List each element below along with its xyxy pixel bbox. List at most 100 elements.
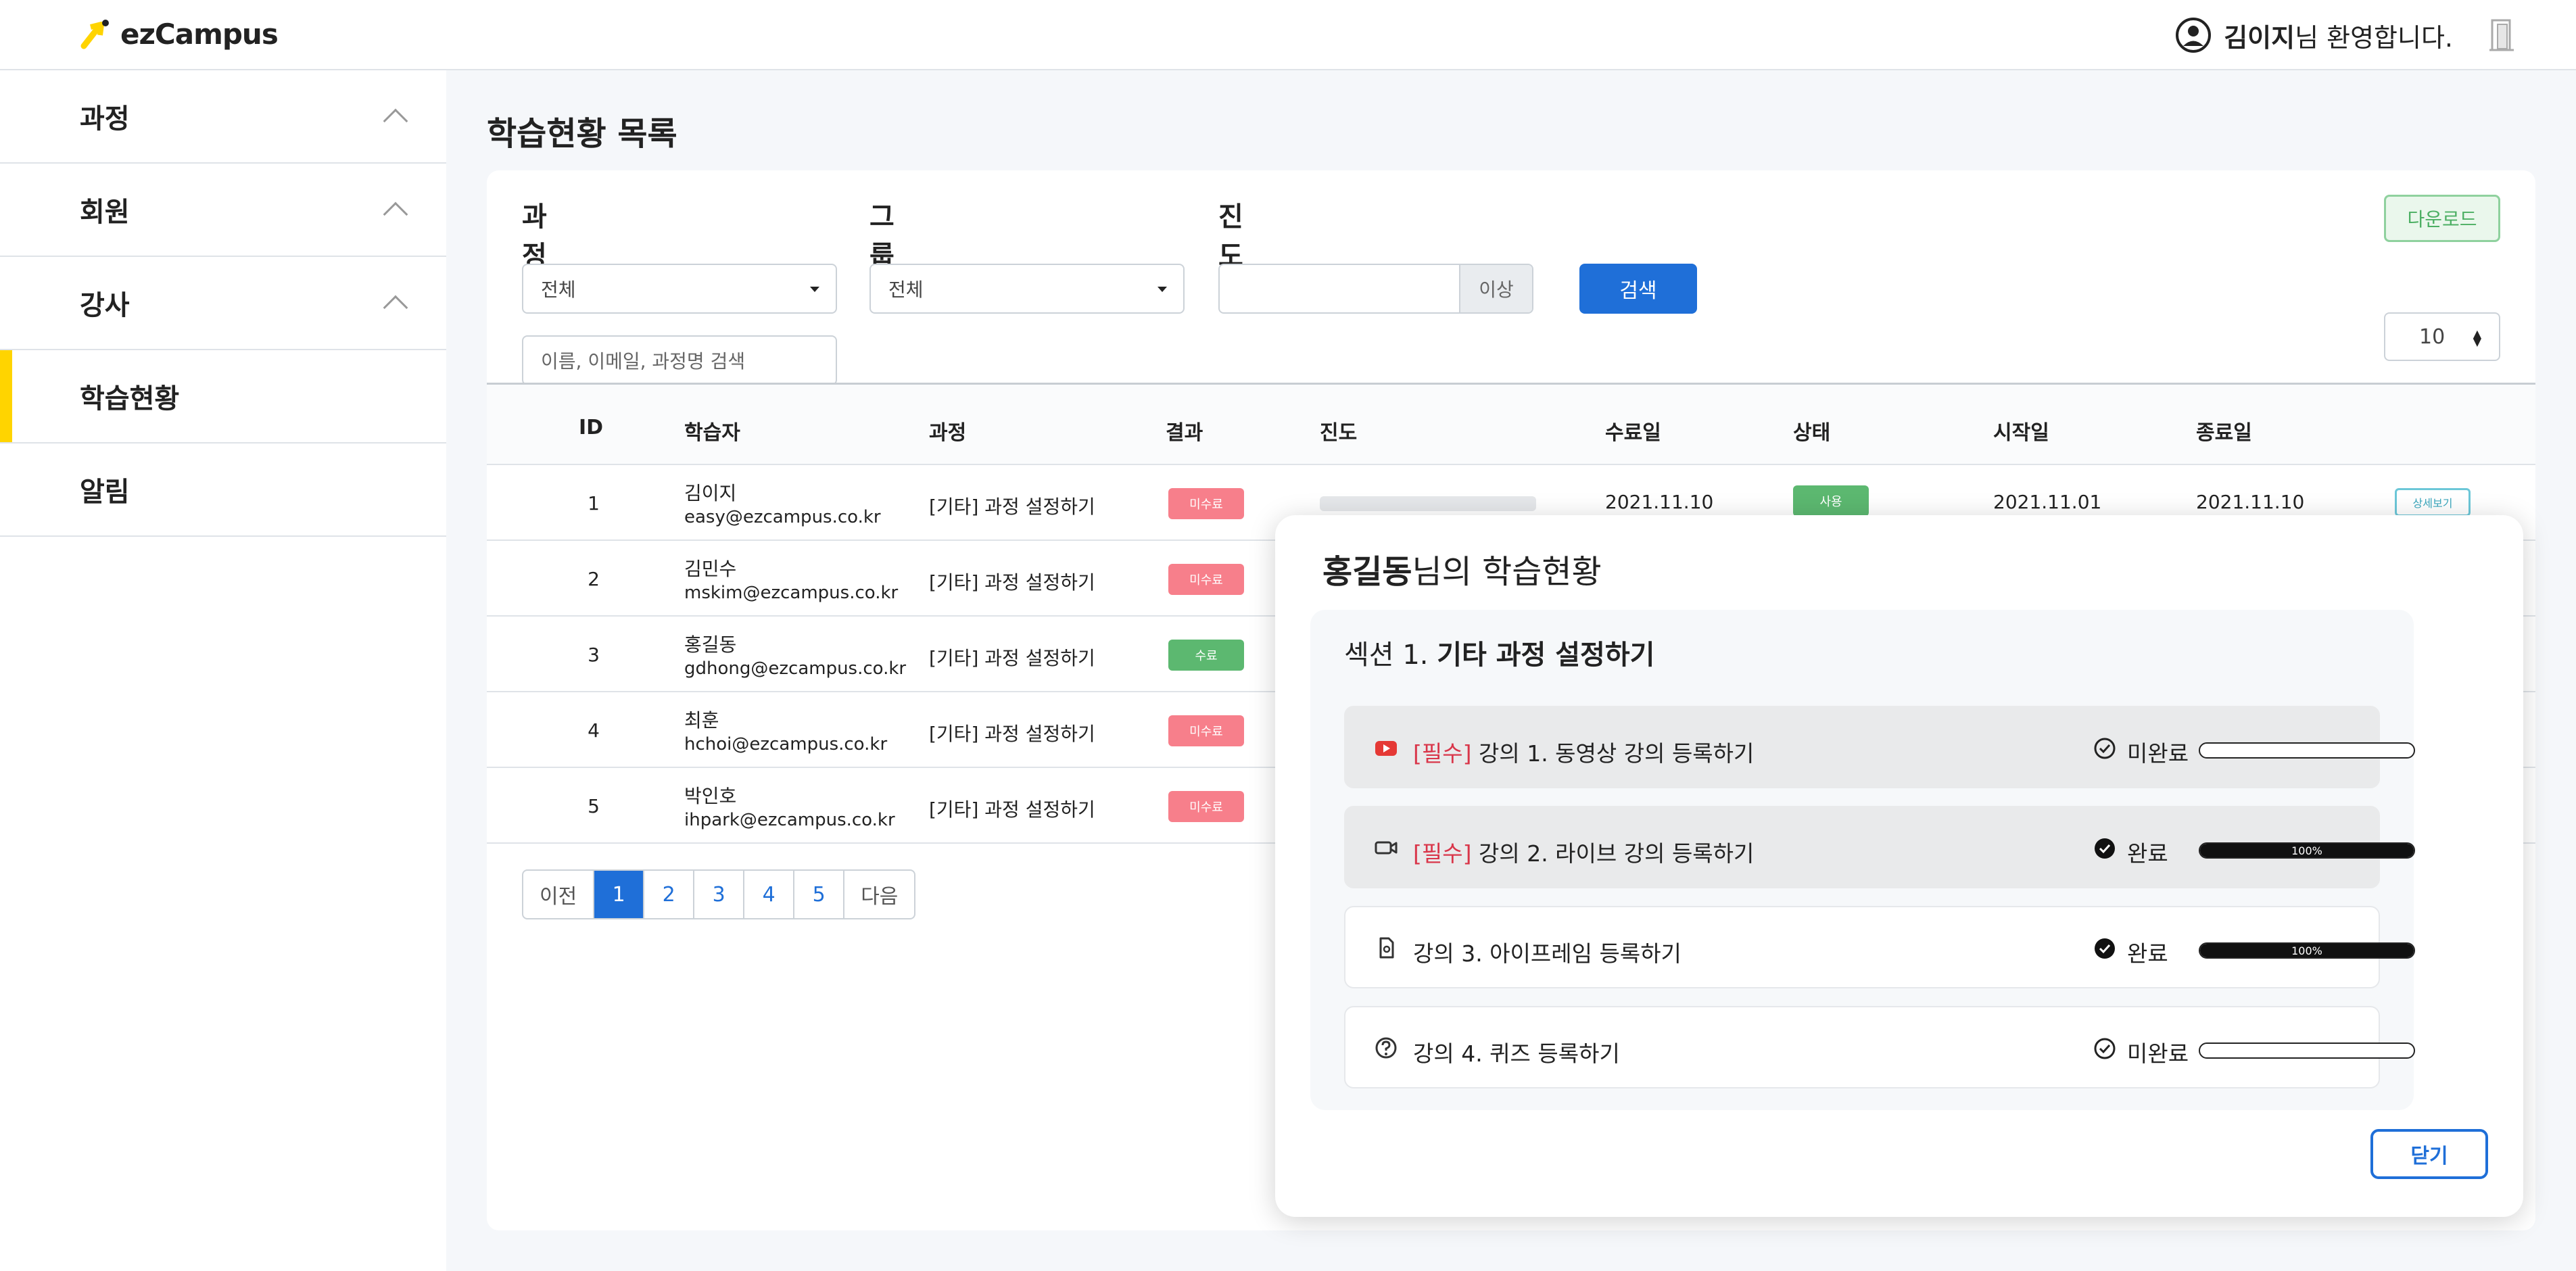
sidebar-item-course[interactable]: 과정: [0, 70, 446, 164]
modal-title: 홍길동님의 학습현황: [1322, 545, 1602, 592]
cell-learner-name: 최훈: [684, 709, 719, 732]
question-circle-icon: [1375, 1037, 1397, 1059]
sidebar-item-label: 회원: [80, 197, 130, 228]
lecture-item[interactable]: 강의 3. 아이프레임 등록하기 완료 100%: [1344, 906, 2415, 988]
lecture-status: 완료: [2127, 940, 2168, 967]
th-progress: 진도: [1320, 421, 1358, 445]
chevron-up-icon[interactable]: [383, 201, 408, 227]
pagination-prev[interactable]: 이전: [523, 871, 595, 918]
cell-learner-email: gdhong@ezcampus.co.kr: [684, 658, 907, 679]
th-completed-date: 수료일: [1605, 421, 1661, 445]
th-status: 상태: [1793, 421, 1831, 445]
lecture-item[interactable]: [필수] 강의 1. 동영상 강의 등록하기 미완료: [1344, 706, 2415, 788]
video-camera-icon: [1375, 841, 1398, 855]
search-button[interactable]: 검색: [1579, 264, 1697, 314]
cell-learner-name: 박인호: [684, 785, 737, 807]
lecture-status: 미완료: [2127, 1040, 2189, 1067]
lecture-item[interactable]: 강의 4. 퀴즈 등록하기 미완료: [1344, 1006, 2415, 1088]
lecture-progress-bar: 100%: [2199, 842, 2415, 859]
progress-rate-input[interactable]: 이상: [1218, 264, 1533, 314]
logo-text: ezCampus: [120, 18, 279, 51]
logo[interactable]: ezCampus: [80, 18, 279, 51]
lecture-title-text: 강의 1. 동영상 강의 등록하기: [1478, 740, 1755, 767]
welcome-suffix: 님 환영합니다.: [2295, 22, 2453, 53]
result-badge: 미수료: [1168, 791, 1244, 822]
chevron-up-icon[interactable]: [383, 108, 408, 134]
cell-completed-date: 2021.11.10: [1605, 491, 1714, 513]
lecture-title-text: 강의 2. 라이브 강의 등록하기: [1478, 840, 1755, 867]
progress-bar: [1320, 496, 1536, 511]
cell-learner-email: hchoi@ezcampus.co.kr: [684, 734, 888, 754]
lecture-title: [필수] 강의 1. 동영상 강의 등록하기: [1413, 736, 1754, 768]
section-name: 기타 과정 설정하기: [1437, 640, 1655, 671]
door-icon[interactable]: [2488, 18, 2515, 53]
welcome-text: 김이지님 환영합니다.: [2224, 17, 2453, 54]
lecture-title-text: 강의 3. 아이프레임 등록하기: [1413, 940, 1681, 967]
lecture-progress-bar: 100%: [2199, 942, 2415, 959]
chevron-up-icon[interactable]: [383, 295, 408, 320]
th-end-date: 종료일: [2196, 421, 2252, 445]
check-circle-outline-icon: [2094, 1038, 2116, 1059]
sidebar-item-instructor[interactable]: 강사: [0, 257, 446, 350]
sort-arrows-icon: ▲ ▼: [2473, 327, 2481, 348]
th-start-date: 시작일: [1993, 421, 2049, 445]
caret-down-icon: [1158, 287, 1167, 292]
cell-id: 5: [588, 795, 600, 817]
close-button[interactable]: 닫기: [2370, 1129, 2488, 1179]
sidebar-item-label: 강사: [80, 290, 130, 321]
youtube-icon: [1375, 741, 1397, 756]
pagination-page-1[interactable]: 1: [594, 871, 645, 918]
lecture-status: 미완료: [2127, 740, 2189, 767]
sidebar-item-notifications[interactable]: 알림: [0, 443, 446, 537]
required-tag: [필수]: [1413, 740, 1472, 767]
lecture-item[interactable]: [필수] 강의 2. 라이브 강의 등록하기 완료 100%: [1344, 806, 2415, 888]
cell-course: [기타] 과정 설정하기: [929, 723, 1095, 745]
lecture-title-text: 강의 4. 퀴즈 등록하기: [1413, 1040, 1620, 1067]
result-badge: 미수료: [1168, 715, 1244, 746]
cell-start-date: 2021.11.01: [1993, 491, 2102, 513]
status-badge: 사용: [1793, 485, 1869, 517]
cell-learner-name: 홍길동: [684, 633, 737, 656]
pagination-page-5[interactable]: 5: [794, 871, 845, 918]
check-circle-outline-icon: [2094, 738, 2116, 759]
course-filter-label: 과정: [522, 201, 547, 272]
check-circle-filled-icon: [2095, 938, 2115, 959]
detail-button[interactable]: 상세보기: [2395, 488, 2471, 517]
modal-title-suffix: 님의 학습현황: [1412, 553, 1602, 591]
sidebar-item-member[interactable]: 회원: [0, 164, 446, 257]
user-circle-icon[interactable]: [2175, 17, 2212, 53]
lecture-progress-fill: 100%: [2200, 944, 2414, 957]
section-prefix: 섹션 1.: [1344, 640, 1429, 671]
sidebar-item-label: 알림: [80, 477, 130, 508]
sidebar-item-label: 학습현황: [80, 383, 180, 414]
keyword-search-input[interactable]: 이름, 이메일, 과정명 검색: [522, 335, 837, 385]
th-result: 결과: [1166, 421, 1203, 445]
page-size-select[interactable]: 10 ▲ ▼: [2384, 312, 2500, 361]
ezcampus-logo-icon: [80, 19, 109, 49]
required-tag: [필수]: [1413, 840, 1472, 867]
pagination-next[interactable]: 다음: [844, 871, 914, 918]
lecture-progress-bar: [2199, 1042, 2415, 1059]
sidebar-item-label: 과정: [80, 103, 130, 135]
download-button[interactable]: 다운로드: [2384, 195, 2500, 242]
lecture-progress-bar: [2199, 742, 2415, 759]
lecture-title: 강의 3. 아이프레임 등록하기: [1413, 936, 1681, 968]
cell-id: 1: [588, 492, 600, 514]
th-learner: 학습자: [684, 421, 740, 445]
welcome-user-name: 김이지: [2224, 22, 2295, 53]
user-area: 김이지님 환영합니다.: [2175, 15, 2515, 55]
lecture-title: 강의 4. 퀴즈 등록하기: [1413, 1036, 1620, 1068]
cell-course: [기타] 과정 설정하기: [929, 798, 1095, 821]
pagination-page-4[interactable]: 4: [744, 871, 795, 918]
cell-learner-email: easy@ezcampus.co.kr: [684, 507, 881, 527]
sidebar-item-learning-status[interactable]: 학습현황: [0, 350, 446, 443]
section-panel: 섹션 1. 기타 과정 설정하기 [필수] 강의 1. 동영상 강의 등록하기 …: [1310, 610, 2415, 1110]
pagination-page-2[interactable]: 2: [644, 871, 695, 918]
course-select-value: 전체: [541, 279, 576, 301]
iframe-file-icon: [1379, 937, 1394, 959]
pagination-page-3[interactable]: 3: [694, 871, 745, 918]
section-title: 섹션 1. 기타 과정 설정하기: [1344, 633, 1654, 672]
course-select[interactable]: 전체: [522, 264, 837, 314]
pagination: 이전 1 2 3 4 5 다음: [522, 869, 916, 919]
group-select[interactable]: 전체: [869, 264, 1185, 314]
